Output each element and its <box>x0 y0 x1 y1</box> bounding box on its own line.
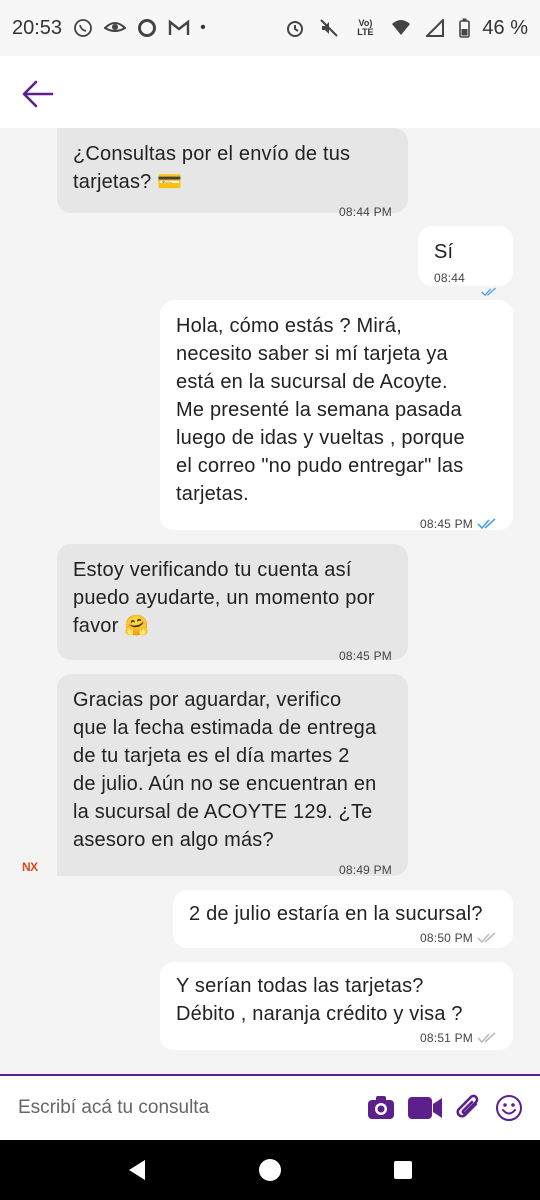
mute-icon <box>318 17 340 39</box>
message-outgoing: 2 de julio estaría en la sucursal? 08:50… <box>173 890 513 948</box>
video-button[interactable] <box>406 1093 444 1123</box>
message-input[interactable] <box>18 1097 366 1119</box>
composer-actions <box>366 1093 524 1123</box>
message-time: 08:45 PM <box>339 649 392 663</box>
agent-logo: NX <box>22 860 38 874</box>
status-time: 20:53 <box>12 16 63 39</box>
message-incoming: ¿Consultas por el envío de tus tarjetas?… <box>57 128 408 219</box>
message-time: 08:49 PM <box>339 863 392 877</box>
message-meta: 08:44 PM <box>73 198 392 226</box>
nav-back-button[interactable] <box>117 1150 157 1190</box>
message-text: ¿Consultas por el envío de tus tarjetas?… <box>73 143 351 193</box>
whatsapp-icon <box>72 17 94 39</box>
double-check-read-icon <box>477 518 496 530</box>
message-text: Y serían todas las tarjetas? Débito , na… <box>176 975 463 1025</box>
camera-button[interactable] <box>366 1093 396 1123</box>
camera-icon <box>368 1096 394 1119</box>
eye-icon <box>104 17 127 39</box>
message-incoming: Gracias por aguardar, verifico que la fe… <box>57 674 408 877</box>
message-time: 08:45 PM <box>420 517 473 531</box>
alarm-icon <box>284 17 306 39</box>
chat-thread[interactable]: ¿Consultas por el envío de tus tarjetas?… <box>0 128 540 1074</box>
message-text: Gracias por aguardar, verifico que la fe… <box>73 689 377 851</box>
message-text: Hola, cómo estás ? Mirá, necesito saber … <box>176 315 465 505</box>
message-outgoing: Hola, cómo estás ? Mirá, necesito saber … <box>160 300 513 531</box>
battery-icon <box>458 17 470 39</box>
message-meta: 08:45 PM <box>176 510 497 538</box>
gmail-icon <box>168 17 190 39</box>
message-outgoing: Sí 08:44 PM <box>418 226 513 313</box>
message-meta: 08:51 PM <box>176 1024 497 1052</box>
message-meta: 08:45 PM <box>73 642 392 670</box>
home-circle-icon <box>258 1159 281 1181</box>
emoji-icon <box>496 1095 522 1121</box>
status-bar: 20:53 • Vo) LTE 46 % <box>0 0 540 56</box>
status-right: Vo) LTE 46 % <box>284 17 528 40</box>
message-incoming: Estoy verificando tu cuenta así puedo ay… <box>57 544 408 663</box>
double-check-unread-icon <box>477 1032 496 1044</box>
video-icon <box>408 1097 442 1119</box>
volte-label: Vo) LTE <box>357 18 374 37</box>
message-time: 08:44 PM <box>339 205 392 219</box>
message-meta: 08:49 PM <box>73 856 392 884</box>
message-text: Sí <box>434 241 454 263</box>
recents-square-icon <box>394 1161 413 1179</box>
app-header <box>0 56 540 128</box>
back-button[interactable] <box>18 74 58 114</box>
message-text: Estoy verificando tu cuenta así puedo ay… <box>73 559 375 637</box>
status-dot: • <box>200 19 206 36</box>
double-check-unread-icon <box>477 932 496 944</box>
battery-percent: 46 % <box>482 16 528 39</box>
nav-recents-button[interactable] <box>383 1150 423 1190</box>
system-nav-bar <box>0 1140 540 1200</box>
message-composer <box>0 1074 540 1140</box>
circle-app-icon <box>136 17 158 39</box>
attach-icon <box>456 1094 479 1118</box>
double-check-read-icon <box>481 287 496 297</box>
message-outgoing: Y serían todas las tarjetas? Débito , na… <box>160 962 513 1050</box>
wifi-icon <box>390 17 412 39</box>
attach-button[interactable] <box>454 1093 484 1123</box>
message-meta: 08:50 PM <box>189 924 497 952</box>
message-time: 08:50 PM <box>420 931 473 945</box>
back-triangle-icon <box>128 1160 145 1180</box>
signal-icon <box>424 17 446 39</box>
emoji-button[interactable] <box>494 1093 524 1123</box>
arrow-left-icon <box>22 80 54 108</box>
message-time: 08:51 PM <box>420 1031 473 1045</box>
status-left: 20:53 • <box>12 17 206 40</box>
nav-home-button[interactable] <box>250 1150 290 1190</box>
